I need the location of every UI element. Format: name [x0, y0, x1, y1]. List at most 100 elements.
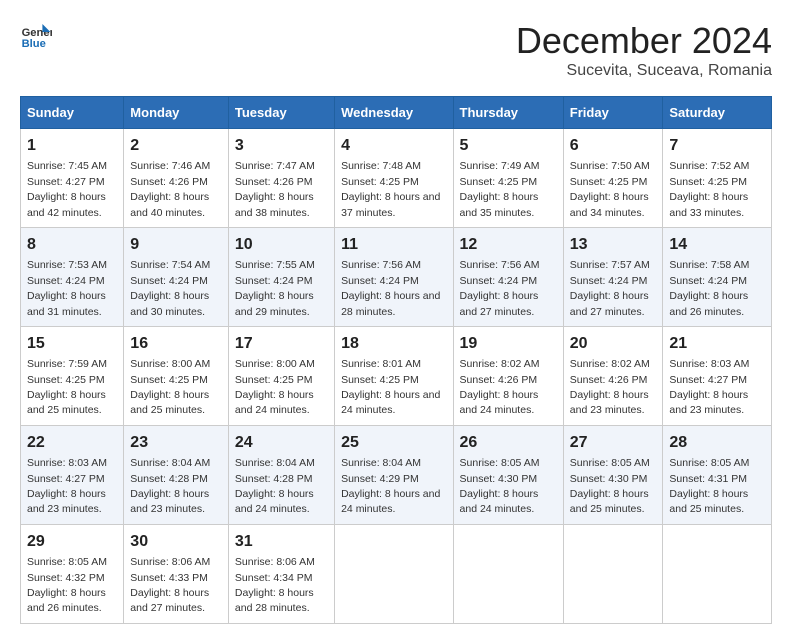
calendar-week-row: 8Sunrise: 7:53 AMSunset: 4:24 PMDaylight… [21, 227, 772, 326]
day-number: 14 [669, 234, 765, 256]
daylight-info: Daylight: 8 hours and 38 minutes. [235, 191, 314, 218]
calendar-cell: 2Sunrise: 7:46 AMSunset: 4:26 PMDaylight… [124, 129, 229, 228]
sunset-info: Sunset: 4:33 PM [130, 572, 208, 584]
calendar-cell: 26Sunrise: 8:05 AMSunset: 4:30 PMDayligh… [453, 425, 563, 524]
sunrise-info: Sunrise: 8:01 AM [341, 358, 421, 370]
day-number: 26 [460, 432, 557, 454]
page-header: General Blue December 2024 Sucevita, Suc… [20, 20, 772, 80]
sunset-info: Sunset: 4:24 PM [235, 275, 313, 287]
daylight-info: Daylight: 8 hours and 31 minutes. [27, 290, 106, 317]
daylight-info: Daylight: 8 hours and 24 minutes. [235, 488, 314, 515]
calendar-cell: 13Sunrise: 7:57 AMSunset: 4:24 PMDayligh… [563, 227, 663, 326]
daylight-info: Daylight: 8 hours and 23 minutes. [570, 389, 649, 416]
sunset-info: Sunset: 4:26 PM [570, 374, 648, 386]
calendar-cell: 3Sunrise: 7:47 AMSunset: 4:26 PMDaylight… [228, 129, 334, 228]
sunrise-info: Sunrise: 8:04 AM [341, 457, 421, 469]
daylight-info: Daylight: 8 hours and 26 minutes. [27, 587, 106, 614]
day-number: 23 [130, 432, 222, 454]
daylight-info: Daylight: 8 hours and 37 minutes. [341, 191, 440, 218]
logo-icon: General Blue [20, 20, 52, 52]
day-number: 15 [27, 333, 117, 355]
calendar-cell [335, 524, 453, 623]
daylight-info: Daylight: 8 hours and 24 minutes. [341, 488, 440, 515]
daylight-info: Daylight: 8 hours and 24 minutes. [460, 488, 539, 515]
calendar-cell: 7Sunrise: 7:52 AMSunset: 4:25 PMDaylight… [663, 129, 772, 228]
day-number: 31 [235, 531, 328, 553]
svg-text:Blue: Blue [22, 38, 46, 50]
header-sunday: Sunday [21, 97, 124, 129]
sunset-info: Sunset: 4:27 PM [669, 374, 747, 386]
sunset-info: Sunset: 4:26 PM [460, 374, 538, 386]
calendar-cell [663, 524, 772, 623]
day-number: 25 [341, 432, 446, 454]
logo: General Blue [20, 20, 52, 52]
sunrise-info: Sunrise: 8:03 AM [669, 358, 749, 370]
svg-text:General: General [22, 27, 52, 39]
header-wednesday: Wednesday [335, 97, 453, 129]
sunrise-info: Sunrise: 7:50 AM [570, 160, 650, 172]
calendar-cell: 29Sunrise: 8:05 AMSunset: 4:32 PMDayligh… [21, 524, 124, 623]
sunrise-info: Sunrise: 7:48 AM [341, 160, 421, 172]
calendar-week-row: 29Sunrise: 8:05 AMSunset: 4:32 PMDayligh… [21, 524, 772, 623]
sunrise-info: Sunrise: 7:53 AM [27, 259, 107, 271]
sunrise-info: Sunrise: 7:49 AM [460, 160, 540, 172]
day-number: 1 [27, 135, 117, 157]
day-number: 16 [130, 333, 222, 355]
daylight-info: Daylight: 8 hours and 23 minutes. [130, 488, 209, 515]
sunrise-info: Sunrise: 8:02 AM [570, 358, 650, 370]
daylight-info: Daylight: 8 hours and 28 minutes. [341, 290, 440, 317]
day-number: 28 [669, 432, 765, 454]
calendar-cell: 8Sunrise: 7:53 AMSunset: 4:24 PMDaylight… [21, 227, 124, 326]
calendar-cell: 10Sunrise: 7:55 AMSunset: 4:24 PMDayligh… [228, 227, 334, 326]
day-number: 27 [570, 432, 657, 454]
day-number: 29 [27, 531, 117, 553]
sunrise-info: Sunrise: 7:54 AM [130, 259, 210, 271]
sunset-info: Sunset: 4:24 PM [669, 275, 747, 287]
calendar-cell: 24Sunrise: 8:04 AMSunset: 4:28 PMDayligh… [228, 425, 334, 524]
sunset-info: Sunset: 4:24 PM [341, 275, 419, 287]
sunrise-info: Sunrise: 8:04 AM [130, 457, 210, 469]
sunset-info: Sunset: 4:24 PM [460, 275, 538, 287]
sunrise-info: Sunrise: 8:04 AM [235, 457, 315, 469]
sunrise-info: Sunrise: 7:47 AM [235, 160, 315, 172]
sunset-info: Sunset: 4:25 PM [341, 176, 419, 188]
daylight-info: Daylight: 8 hours and 24 minutes. [235, 389, 314, 416]
daylight-info: Daylight: 8 hours and 25 minutes. [570, 488, 649, 515]
calendar-week-row: 22Sunrise: 8:03 AMSunset: 4:27 PMDayligh… [21, 425, 772, 524]
daylight-info: Daylight: 8 hours and 25 minutes. [130, 389, 209, 416]
sunrise-info: Sunrise: 7:55 AM [235, 259, 315, 271]
calendar-cell: 16Sunrise: 8:00 AMSunset: 4:25 PMDayligh… [124, 326, 229, 425]
daylight-info: Daylight: 8 hours and 27 minutes. [130, 587, 209, 614]
day-number: 24 [235, 432, 328, 454]
day-number: 6 [570, 135, 657, 157]
day-number: 20 [570, 333, 657, 355]
daylight-info: Daylight: 8 hours and 23 minutes. [27, 488, 106, 515]
daylight-info: Daylight: 8 hours and 33 minutes. [669, 191, 748, 218]
daylight-info: Daylight: 8 hours and 34 minutes. [570, 191, 649, 218]
daylight-info: Daylight: 8 hours and 27 minutes. [460, 290, 539, 317]
sunrise-info: Sunrise: 8:03 AM [27, 457, 107, 469]
sunset-info: Sunset: 4:34 PM [235, 572, 313, 584]
sunset-info: Sunset: 4:31 PM [669, 473, 747, 485]
sunrise-info: Sunrise: 7:58 AM [669, 259, 749, 271]
calendar-cell: 9Sunrise: 7:54 AMSunset: 4:24 PMDaylight… [124, 227, 229, 326]
sunrise-info: Sunrise: 7:46 AM [130, 160, 210, 172]
header-thursday: Thursday [453, 97, 563, 129]
day-number: 3 [235, 135, 328, 157]
calendar-cell: 28Sunrise: 8:05 AMSunset: 4:31 PMDayligh… [663, 425, 772, 524]
daylight-info: Daylight: 8 hours and 25 minutes. [27, 389, 106, 416]
sunset-info: Sunset: 4:30 PM [460, 473, 538, 485]
day-number: 19 [460, 333, 557, 355]
day-number: 5 [460, 135, 557, 157]
daylight-info: Daylight: 8 hours and 25 minutes. [669, 488, 748, 515]
calendar-cell: 21Sunrise: 8:03 AMSunset: 4:27 PMDayligh… [663, 326, 772, 425]
page-subtitle: Sucevita, Suceava, Romania [516, 62, 772, 80]
day-number: 17 [235, 333, 328, 355]
calendar-cell: 19Sunrise: 8:02 AMSunset: 4:26 PMDayligh… [453, 326, 563, 425]
daylight-info: Daylight: 8 hours and 27 minutes. [570, 290, 649, 317]
sunset-info: Sunset: 4:25 PM [235, 374, 313, 386]
sunrise-info: Sunrise: 8:00 AM [130, 358, 210, 370]
sunset-info: Sunset: 4:24 PM [130, 275, 208, 287]
calendar-cell: 30Sunrise: 8:06 AMSunset: 4:33 PMDayligh… [124, 524, 229, 623]
sunrise-info: Sunrise: 7:45 AM [27, 160, 107, 172]
